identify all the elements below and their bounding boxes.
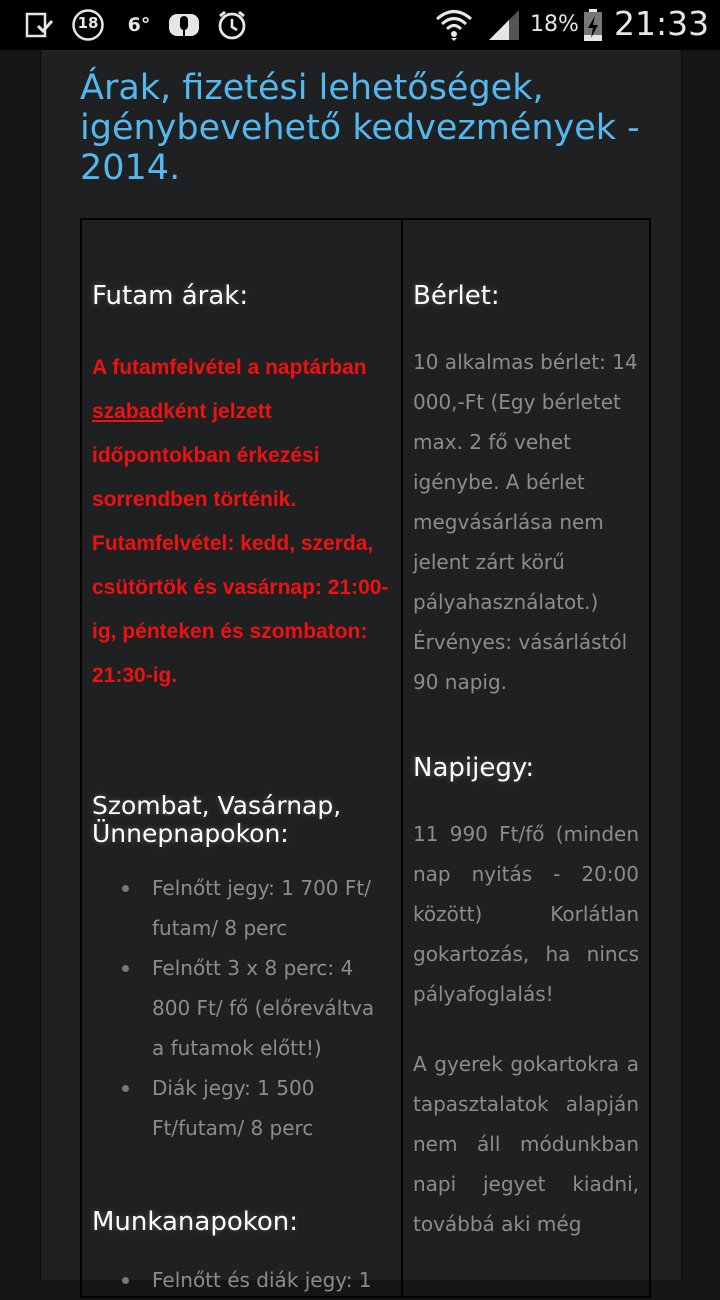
price-table: Futam árak: A futamfelvétel a naptárban … [80, 218, 651, 1298]
temperature-label: 6° [127, 14, 151, 36]
futam-arak-heading: Futam árak: [92, 281, 249, 311]
wifi-icon [434, 8, 474, 42]
berlet-text: 10 alkalmas bérlet: 14 000,-Ft (Egy bérl… [413, 350, 638, 694]
weather-icon: 6° [124, 8, 154, 42]
szabad-link[interactable]: szabad [92, 400, 163, 423]
napijegy-heading: Napijegy: [413, 753, 535, 783]
kids-notice-text: A gyerek gokartokra a tapasztalatok alap… [413, 1052, 639, 1236]
weekend-price-list: Felnőtt jegy: 1 700 Ft/ futam/ 8 perc Fe… [92, 868, 392, 1148]
reservation-notice: A futamfelvétel a naptárban szabadként j… [92, 346, 392, 698]
voice-recorder-icon [166, 8, 202, 42]
berlet-heading: Bérlet: [413, 281, 500, 311]
page-title: Árak, fizetési lehetőségek, igénybevehet… [80, 68, 640, 188]
age-badge-label: 18 [77, 14, 99, 32]
battery-percent: 18% [530, 12, 579, 37]
clock: 21:33 [614, 4, 710, 43]
notice-text-start: A futamfelvétel a naptárban [92, 356, 367, 379]
weekend-heading: Szombat, Vasárnap, Ünnepnapokon: [92, 791, 342, 848]
list-item: Felnőtt 3 x 8 perc: 4 800 Ft/ fő (előrev… [122, 948, 392, 1068]
list-item: Felnőtt jegy: 1 700 Ft/ futam/ 8 perc [122, 868, 392, 948]
download-icon [22, 8, 56, 42]
list-item: Diák jegy: 1 500 Ft/futam/ 8 perc [122, 1068, 392, 1148]
age-18-icon: 18 [70, 8, 106, 42]
column-divider [401, 220, 403, 1296]
signal-icon [486, 8, 522, 42]
weekday-heading: Munkanapokon: [92, 1207, 299, 1237]
napijegy-text: 11 990 Ft/fő (minden nap nyitás - 20:00 … [413, 822, 639, 1006]
battery-icon [580, 8, 606, 42]
list-item: Felnőtt és diák jegy: 1 [122, 1260, 392, 1300]
alarm-icon [214, 8, 250, 42]
weekday-price-list: Felnőtt és diák jegy: 1 [92, 1260, 392, 1300]
notice-text-end: ként jelzett időpontokban érkezési sorre… [92, 400, 389, 687]
status-bar: 18 6° 18% 21:33 [0, 0, 720, 50]
